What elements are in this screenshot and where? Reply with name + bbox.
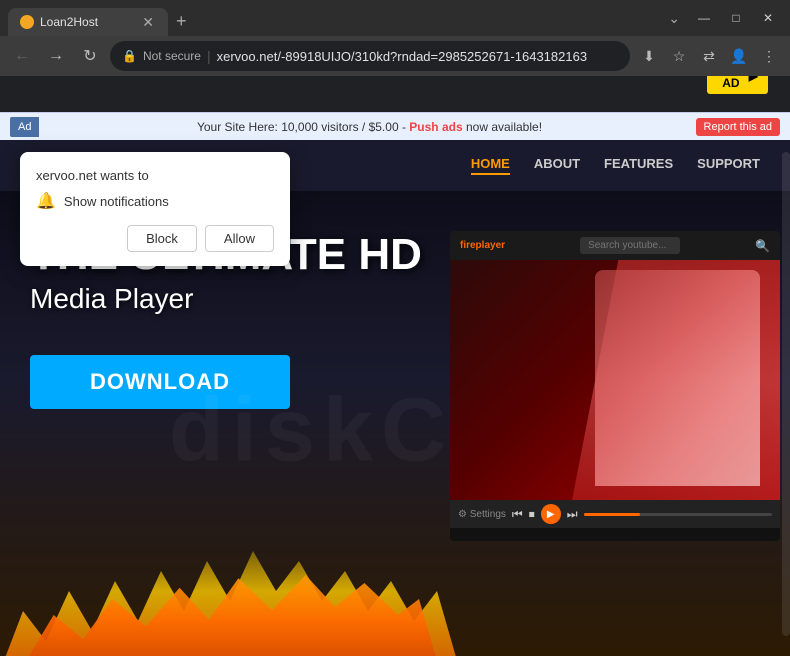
nav-about[interactable]: ABOUT [534,156,580,175]
download-button[interactable]: DOWNLOAD [30,355,290,409]
ad-bar: Ad Your Site Here: 10,000 visitors / $5.… [0,112,790,140]
tab-favicon [20,15,34,29]
page-content: xervoo.net wants to 🔔 Show notifications… [0,76,790,656]
url-divider: | [207,48,211,64]
nav-home[interactable]: HOME [471,156,510,175]
ad-text: Your Site Here: 10,000 visitors / $5.00 … [43,120,695,134]
media-panel-logo: fireplayer [460,240,505,251]
title-bar: Loan2Host ✕ + ⌄ — □ ✕ [0,0,790,36]
menu-icon[interactable]: ⋮ [756,43,782,69]
tab-title: Loan2Host [40,15,134,29]
woman-figure [595,270,760,486]
new-tab-button[interactable]: + [168,7,195,36]
reload-button[interactable]: ↻ [76,42,104,70]
bell-icon: 🔔 [36,191,56,211]
show-notifications-label: Show notifications [64,194,169,209]
play-button[interactable]: ▶ [541,504,561,524]
media-controls: ⚙ Settings ⏮ ⏹ ▶ ⏭ [450,500,780,528]
forward-button[interactable]: → [42,42,70,70]
popup-site-label: xervoo.net wants to [36,168,149,183]
allow-button[interactable]: Allow [205,225,274,252]
sync-icon[interactable]: ⇄ [696,43,722,69]
next-button[interactable]: ⏭ [567,507,578,522]
skip-ad-arrow: ▶ [749,76,758,83]
popup-site-text: xervoo.net wants to [36,168,274,183]
tab-close-button[interactable]: ✕ [140,12,156,33]
settings-label[interactable]: ⚙ Settings [458,509,506,520]
close-window-button[interactable]: ✕ [754,7,782,29]
nav-support[interactable]: SUPPORT [697,156,760,175]
ad-text-after: now available! [466,120,542,134]
popup-action-buttons: Block Allow [36,225,274,252]
url-text: xervoo.net/-89918UIJO/310kd?rndad=298525… [217,49,618,64]
maximize-button[interactable]: □ [722,7,750,29]
minimize-button[interactable]: — [690,7,718,29]
block-button[interactable]: Block [127,225,197,252]
popup-notification-row: 🔔 Show notifications [36,191,274,211]
window-controls: ⌄ — □ ✕ [662,6,782,31]
website-nav-links: HOME ABOUT FEATURES SUPPORT [471,156,760,175]
ad-label: Ad [10,117,39,137]
progress-fill [584,513,641,516]
progress-bar[interactable] [584,513,772,516]
report-ad-button[interactable]: Report this ad [696,118,780,136]
push-ads-text: Push ads [409,120,462,134]
bookmark-icon[interactable]: ☆ [666,43,692,69]
back-button[interactable]: ← [8,42,36,70]
browser-window: Loan2Host ✕ + ⌄ — □ ✕ ← → ↻ 🔒 Not secure… [0,0,790,656]
nav-features[interactable]: FEATURES [604,156,673,175]
lock-icon: 🔒 [122,49,137,63]
active-tab[interactable]: Loan2Host ✕ [8,8,168,36]
media-image [450,260,780,500]
chevron-down-icon[interactable]: ⌄ [662,6,686,31]
media-search-input[interactable] [580,237,680,254]
stop-button[interactable]: ⏹ [529,507,535,522]
ad-text-before: Your Site Here: 10,000 visitors / $5.00 … [197,120,409,134]
navigation-bar: ← → ↻ 🔒 Not secure | xervoo.net/-89918UI… [0,36,790,76]
not-secure-label: Not secure [143,49,201,63]
address-bar[interactable]: 🔒 Not secure | xervoo.net/-89918UIJO/310… [110,41,630,71]
search-icon[interactable]: 🔍 [755,239,770,253]
download-icon[interactable]: ⬇ [636,43,662,69]
media-player-panel: fireplayer 🔍 ⚙ Settings ⏮ ⏹ ▶ [450,231,780,541]
notification-popup: xervoo.net wants to 🔔 Show notifications… [20,152,290,266]
profile-icon[interactable]: 👤 [726,43,752,69]
scrollbar[interactable] [782,152,790,636]
nav-action-buttons: ⬇ ☆ ⇄ 👤 ⋮ [636,43,782,69]
skip-ad-label: SKIP AD [717,76,745,90]
prev-button[interactable]: ⏮ [512,507,523,522]
media-panel-header: fireplayer 🔍 [450,231,780,260]
tab-area: Loan2Host ✕ + [8,0,654,36]
skip-ad-button[interactable]: SKIP AD ▶ [707,76,768,94]
